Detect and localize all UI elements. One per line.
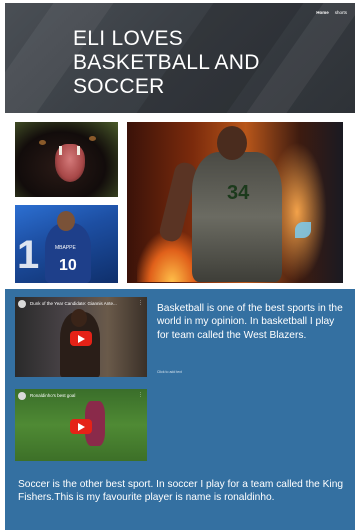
soccer-paragraph: Soccer is the other best sport. In socce… <box>18 479 344 504</box>
video-embed-giannis[interactable]: Dunk of the Year Candidate: Giannis Ante… <box>15 297 147 377</box>
cat-eye <box>89 136 96 141</box>
soccer-player-image: 1 MBAPPE 10 <box>15 205 118 283</box>
top-nav: Home shorts <box>316 10 347 15</box>
play-button-icon[interactable] <box>70 419 92 434</box>
hero-header: Home shorts ELI LOVES BASKETBALL AND SOC… <box>5 3 355 113</box>
more-vert-icon[interactable]: ⋮ <box>138 300 143 306</box>
video-title[interactable]: Ronaldinho's best goal <box>30 393 75 398</box>
soccer-player-head <box>57 211 75 231</box>
cat-tooth <box>77 146 80 155</box>
video-thumbnail-figure <box>71 309 87 327</box>
video-embed-ronaldinho[interactable]: Ronaldinho's best goal ⋮ <box>15 389 147 461</box>
butterfly-icon <box>295 222 311 238</box>
jersey-big-digit: 1 <box>17 233 40 277</box>
content-section: Dunk of the Year Candidate: Giannis Ante… <box>5 289 355 530</box>
channel-avatar-icon[interactable] <box>18 392 26 400</box>
jersey-number: 10 <box>59 257 77 274</box>
basketball-player-image: 34 <box>127 122 343 283</box>
cat-snarl-image <box>15 122 118 197</box>
cat-tooth <box>59 146 62 155</box>
text-caption: Click to add text <box>157 370 182 374</box>
page-title: ELI LOVES BASKETBALL AND SOCCER <box>73 27 260 98</box>
more-vert-icon[interactable]: ⋮ <box>138 392 143 398</box>
player-body <box>192 152 282 282</box>
nav-item-home[interactable]: Home <box>316 10 329 15</box>
video-title[interactable]: Dunk of the Year Candidate: Giannis Ante… <box>30 301 117 306</box>
cat-eye <box>39 140 46 145</box>
basketball-jersey-number: 34 <box>227 182 250 204</box>
player-head <box>217 126 247 160</box>
play-button-icon[interactable] <box>70 331 92 346</box>
basketball-paragraph: Basketball is one of the best sports in … <box>157 303 343 341</box>
channel-avatar-icon[interactable] <box>18 300 26 308</box>
nav-item-shorts[interactable]: shorts <box>335 10 347 15</box>
jersey-name: MBAPPE <box>55 245 76 251</box>
